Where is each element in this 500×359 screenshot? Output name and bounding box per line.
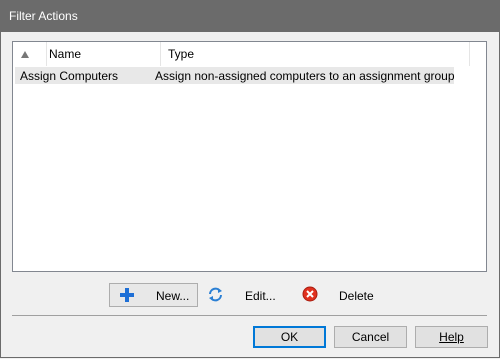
ok-button-label: OK [280,330,299,344]
column-header-name[interactable]: Name [46,42,161,66]
cancel-button-label: Cancel [351,330,390,344]
column-header-type[interactable]: Type [160,42,470,66]
list-header: Name Type [13,42,486,66]
new-button[interactable]: New... [109,283,198,307]
refresh-edit-icon [209,287,222,302]
delete-button[interactable]: Delete [302,283,382,307]
ok-button[interactable]: OK [253,326,326,348]
delete-x-icon [302,286,318,302]
title-bar[interactable]: Filter Actions [0,0,500,32]
column-header-name-label: Name [49,47,82,61]
edit-button[interactable]: Edit... [205,283,285,307]
sort-triangle-icon [21,51,29,58]
help-button-label: Help [439,330,464,344]
column-header-type-label: Type [168,47,195,61]
delete-button-label: Delete [339,289,374,303]
column-sort-indicator[interactable] [13,42,46,66]
cancel-button[interactable]: Cancel [334,326,407,348]
window-title: Filter Actions [9,9,78,23]
row-type: Assign non-assigned computers to an assi… [155,69,455,83]
new-button-label: New... [156,289,190,303]
divider [12,315,487,316]
row-name: Assign Computers [20,69,119,83]
list-row[interactable]: Assign Computers Assign non-assigned com… [15,67,455,84]
plus-icon [120,288,134,302]
edit-button-label: Edit... [245,289,276,303]
filter-actions-list[interactable]: Name Type Assign Computers Assign non-as… [12,41,487,272]
help-button[interactable]: Help [415,326,488,348]
